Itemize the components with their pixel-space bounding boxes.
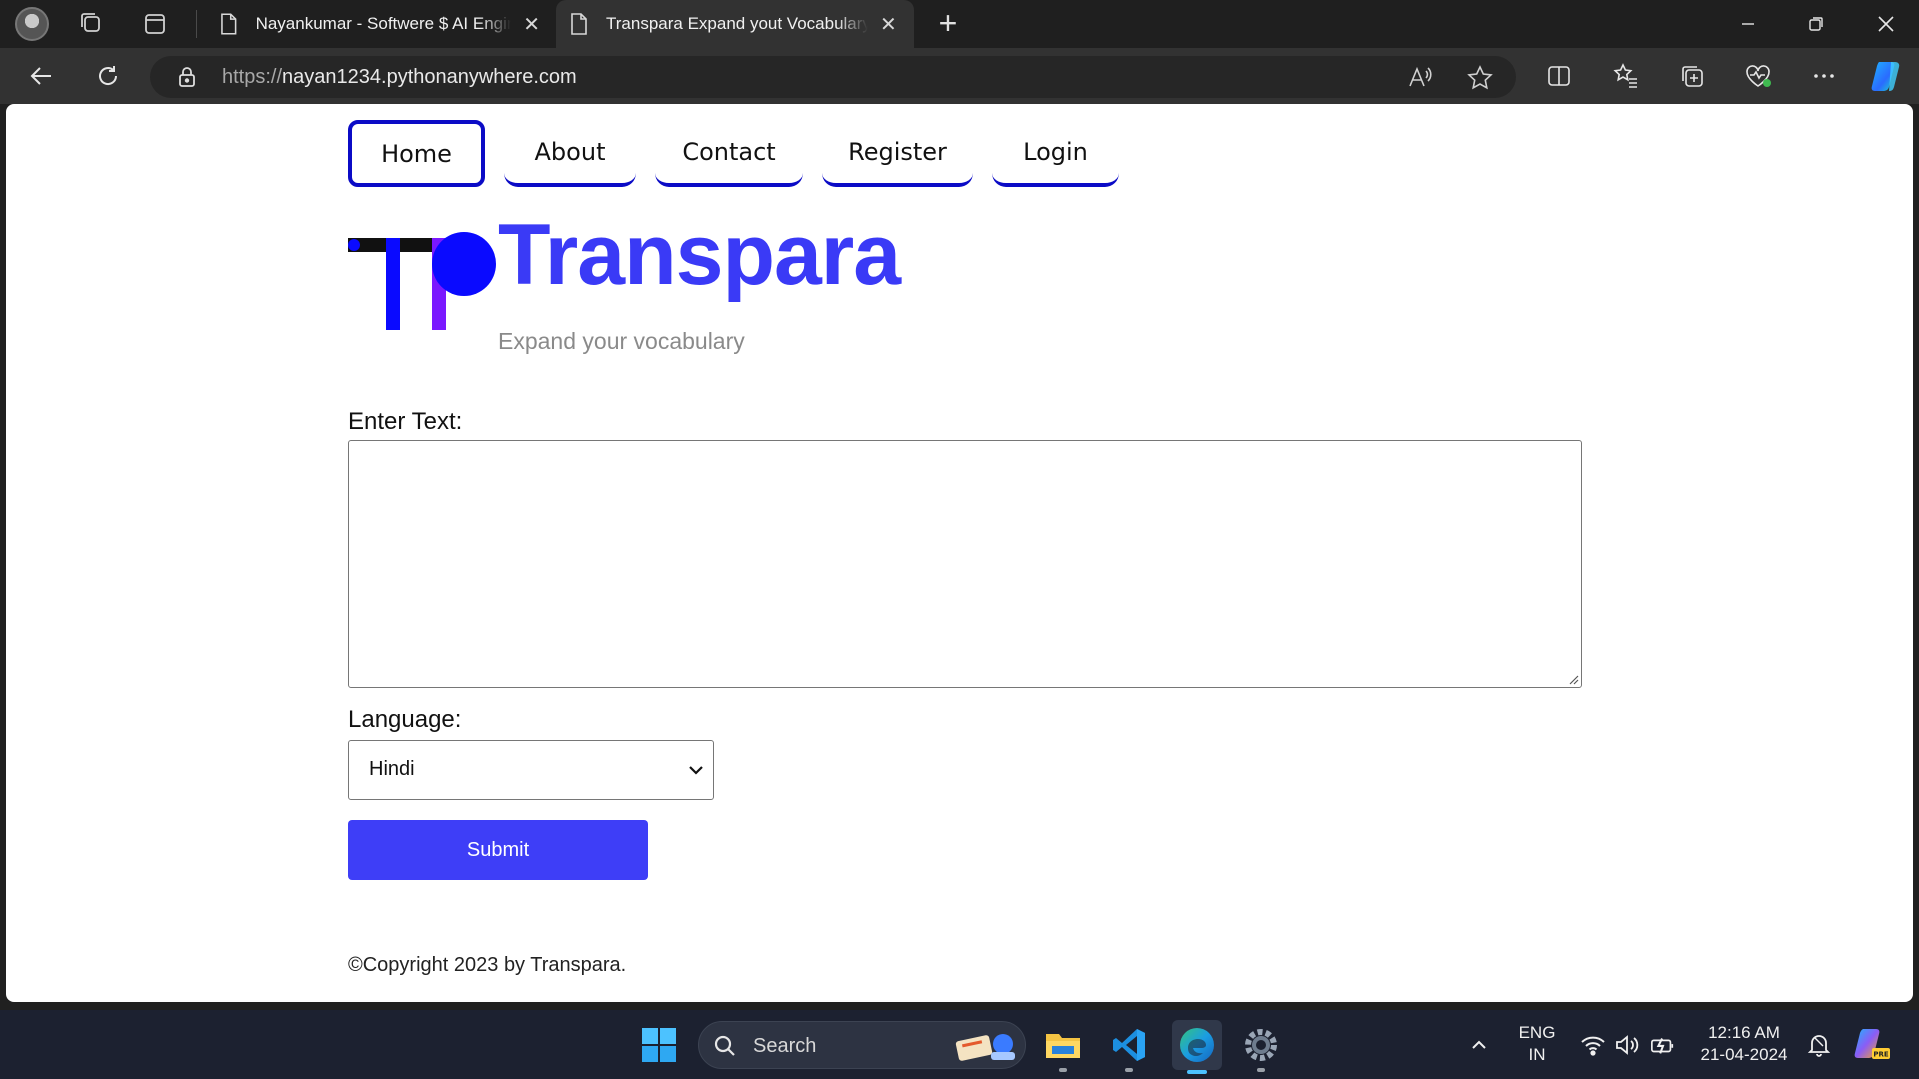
copyright-footer: ©Copyright 2023 by Transpara. [348,954,627,976]
tab-transpara[interactable]: Transpara Expand yout Vocabulary ✕ [556,0,914,48]
address-bar[interactable]: https://nayan1234.pythonanywhere.com [150,56,1516,98]
split-screen-icon[interactable] [1543,60,1575,92]
chevron-down-icon [689,766,703,775]
refresh-button[interactable] [92,60,124,92]
running-indicator [1257,1068,1265,1072]
page-viewport: Home About Contact Register Login Transp… [6,104,1913,1002]
tab-title: Nayankumar - Softwere $ AI Engineer [255,14,512,33]
search-placeholder: Search [753,1035,817,1057]
browser-toolbar: https://nayan1234.pythonanywhere.com [0,48,1919,104]
favorite-star-icon[interactable] [1466,64,1494,92]
vscode-icon[interactable] [1106,1022,1152,1072]
page-icon [571,13,587,35]
battery-charging-icon[interactable] [1650,1032,1676,1058]
clock-time: 12:16 AM [1708,1023,1780,1042]
vertical-tabs-icon[interactable] [141,10,169,38]
search-icon [714,1035,735,1056]
browser-essentials-icon[interactable] [1742,60,1774,92]
submit-button[interactable]: Submit [348,820,648,880]
language-label: Language: [348,706,462,733]
text-input[interactable] [348,440,1582,688]
brand-header: Transpara Expand your vocabulary [348,207,948,372]
nav-login[interactable]: Login [992,120,1119,187]
tab-nayankumar[interactable]: Nayankumar - Softwere $ AI Engineer ✕ [206,0,554,48]
brand-name: Transpara [498,207,901,303]
edge-icon[interactable] [1172,1020,1222,1074]
volume-icon[interactable] [1614,1032,1640,1058]
profile-avatar[interactable] [15,7,49,41]
lock-icon[interactable] [176,66,198,88]
svg-text:PRE: PRE [1873,1051,1889,1059]
brand-tagline: Expand your vocabulary [498,328,745,354]
nav-register[interactable]: Register [822,120,973,187]
read-aloud-icon[interactable] [1406,64,1434,92]
collections-icon[interactable] [1676,60,1708,92]
more-options-icon[interactable] [1808,60,1840,92]
back-button[interactable] [26,60,58,92]
page-icon [221,13,237,35]
language-selected-value: Hindi [369,758,415,780]
input-language-indicator[interactable]: ENG IN [1516,1022,1558,1066]
browser-tab-strip: Nayankumar - Softwere $ AI Engineer ✕ Tr… [0,0,1919,48]
tab-close-icon[interactable]: ✕ [880,12,897,37]
close-window-button[interactable] [1866,8,1906,40]
windows-taskbar: Search ENG IN 12:16 AM 21-04-2024 PRE [0,1010,1919,1079]
tab-close-icon[interactable]: ✕ [523,12,540,37]
search-highlight-icon [955,1034,1015,1061]
wifi-icon[interactable] [1580,1032,1606,1058]
clock[interactable]: 12:16 AM 21-04-2024 [1696,1022,1792,1066]
running-indicator [1125,1068,1133,1072]
region-code: IN [1528,1045,1546,1064]
copilot-icon[interactable] [1868,57,1906,95]
language-select[interactable]: Hindi [348,740,714,800]
copilot-preview-icon[interactable]: PRE [1852,1024,1892,1064]
minimize-button[interactable] [1728,8,1768,40]
active-indicator [1187,1070,1207,1074]
favorites-list-icon[interactable] [1610,60,1642,92]
running-indicator [1059,1068,1067,1072]
nav-home[interactable]: Home [348,120,485,187]
taskbar-search[interactable]: Search [698,1021,1026,1069]
transpara-logo [348,232,496,330]
workspaces-icon[interactable] [78,10,106,38]
new-tab-button[interactable]: + [932,7,964,40]
tabstrip-divider [196,10,197,38]
nav-about[interactable]: About [504,120,636,187]
notification-bell-icon[interactable] [1806,1032,1832,1058]
settings-gear-icon[interactable] [1238,1022,1284,1072]
file-explorer-icon[interactable] [1040,1022,1086,1072]
url-text[interactable]: https://nayan1234.pythonanywhere.com [222,66,577,89]
tab-title: Transpara Expand yout Vocabulary [606,14,868,33]
nav-contact[interactable]: Contact [655,120,803,187]
restore-button[interactable] [1796,8,1836,40]
start-button[interactable] [636,1022,682,1068]
resize-handle-icon[interactable] [1567,673,1579,685]
clock-date: 21-04-2024 [1700,1045,1788,1064]
text-label: Enter Text: [348,408,463,435]
language-code: ENG [1518,1023,1556,1042]
show-hidden-icons-chevron-up-icon[interactable] [1466,1032,1492,1058]
